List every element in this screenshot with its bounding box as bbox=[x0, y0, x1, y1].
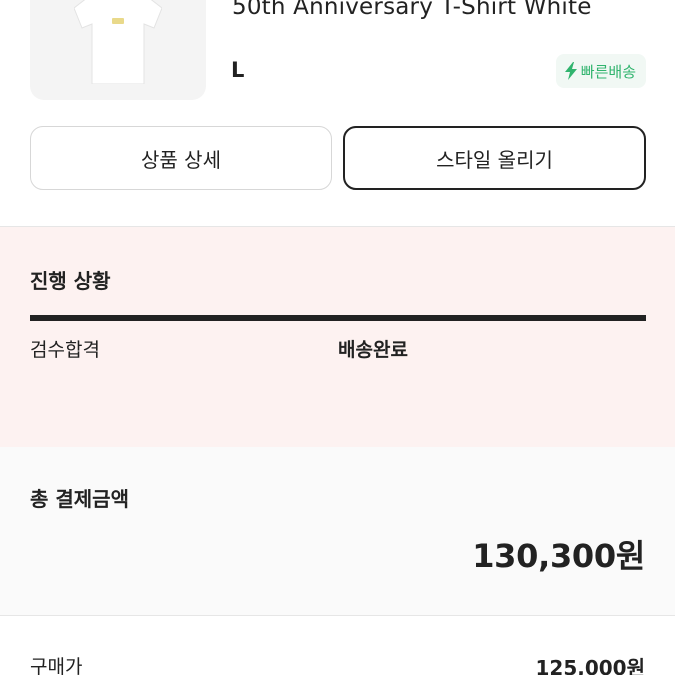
purchase-price-value: 125,000원 bbox=[535, 656, 646, 675]
post-style-button[interactable]: 스타일 올리기 bbox=[343, 126, 646, 190]
total-payment-title: 총 결제금액 bbox=[30, 487, 129, 511]
progress-section: 진행 상황 검수합격 배송완료 bbox=[0, 227, 675, 447]
product-size: L bbox=[231, 58, 245, 82]
step-delivered: 배송완료 bbox=[338, 339, 408, 361]
product-name: 50th Anniversary T-Shirt White bbox=[232, 0, 592, 20]
product-summary: 50th Anniversary T-Shirt White L 빠른배송 bbox=[0, 0, 675, 110]
tshirt-image bbox=[74, 0, 162, 84]
progress-title: 진행 상황 bbox=[30, 269, 111, 293]
fast-delivery-badge: 빠른배송 bbox=[555, 54, 646, 88]
purchase-price-label: 구매가 bbox=[30, 656, 83, 675]
order-detail-page: 50th Anniversary T-Shirt White L 빠른배송 상품… bbox=[0, 0, 675, 675]
product-detail-button[interactable]: 상품 상세 bbox=[30, 126, 332, 190]
progress-bar bbox=[30, 315, 646, 321]
section-divider bbox=[0, 615, 675, 616]
lightning-icon bbox=[564, 62, 577, 80]
fast-delivery-label: 빠른배송 bbox=[580, 62, 636, 81]
product-thumbnail[interactable] bbox=[30, 0, 206, 100]
total-payment-section: 총 결제금액 130,300원 bbox=[0, 447, 675, 615]
total-payment-amount: 130,300원 bbox=[472, 537, 645, 575]
step-inspection-passed: 검수합격 bbox=[30, 339, 100, 361]
action-buttons: 상품 상세 스타일 올리기 bbox=[30, 126, 646, 190]
